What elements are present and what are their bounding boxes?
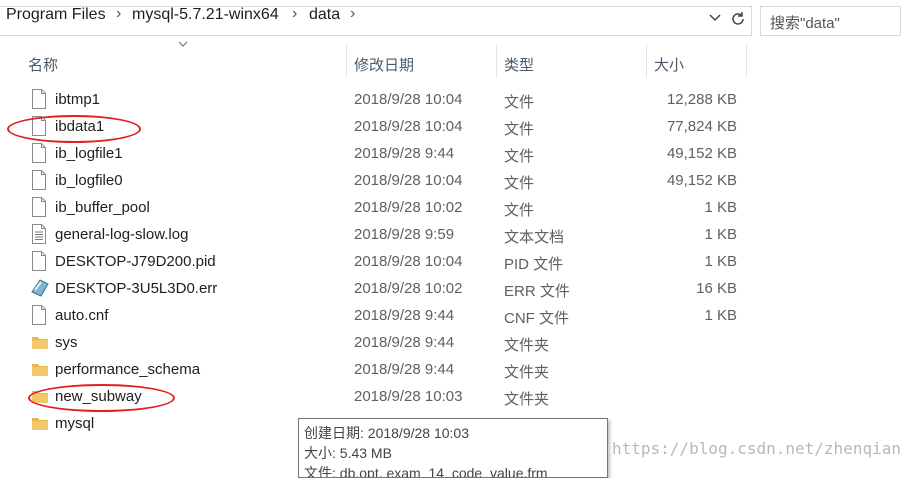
row-size: 1 KB — [704, 199, 737, 216]
row-type: 文件 — [504, 94, 535, 111]
file-row[interactable]: DESKTOP-3U5L3D0.err 2018/9/28 10:02 ERR 文件… — [0, 275, 901, 302]
tooltip-size: 大小: 5.43 MB — [304, 445, 392, 461]
row-date: 2018/9/28 10:02 — [354, 280, 463, 297]
chevron-down-icon[interactable] — [708, 10, 722, 27]
row-name: performance_schema — [55, 361, 201, 378]
row-date: 2018/9/28 10:04 — [354, 91, 463, 108]
column-header-name-label: 名称 — [28, 57, 59, 74]
row-size: 49,152 KB — [666, 172, 737, 189]
row-date: 2018/9/28 9:44 — [354, 334, 455, 351]
tooltip-created-date: 创建日期: 2018/9/28 10:03 — [304, 425, 469, 441]
folder-icon — [31, 413, 48, 433]
file-row[interactable]: ib_logfile0 2018/9/28 10:04 文件 49,152 KB — [0, 167, 901, 194]
row-date: 2018/9/28 9:44 — [354, 145, 455, 162]
row-size: 77,824 KB — [666, 118, 737, 135]
row-size: 1 KB — [704, 253, 737, 270]
file-row[interactable]: auto.cnf 2018/9/28 9:44 CNF 文件 1 KB — [0, 302, 901, 329]
row-type: CNF 文件 — [504, 310, 569, 327]
row-size: 1 KB — [704, 226, 737, 243]
folder-info-tooltip: 创建日期: 2018/9/28 10:03 大小: 5.43 MB 文件: db… — [298, 418, 608, 478]
breadcrumb-separator-icon[interactable]: › — [116, 5, 121, 23]
watermark: https://blog.csdn.net/zhenqian52 — [612, 439, 901, 458]
err-file-icon — [31, 278, 49, 298]
row-type: 文件夹 — [504, 391, 550, 408]
row-size: 16 KB — [696, 280, 737, 297]
row-name: ib_buffer_pool — [55, 199, 150, 216]
row-date: 2018/9/28 10:04 — [354, 172, 463, 189]
folder-icon — [31, 332, 48, 352]
file-row[interactable]: ibtmp1 2018/9/28 10:04 文件 12,288 KB — [0, 86, 901, 113]
breadcrumb-separator-icon[interactable]: › — [292, 5, 297, 23]
address-bar[interactable] — [0, 6, 752, 36]
file-icon — [31, 170, 47, 190]
row-name: DESKTOP-3U5L3D0.err — [55, 280, 218, 297]
row-date: 2018/9/28 10:02 — [354, 199, 463, 216]
row-name: sys — [55, 334, 78, 351]
file-row[interactable]: ib_logfile1 2018/9/28 9:44 文件 49,152 KB — [0, 140, 901, 167]
file-row[interactable]: general-log-slow.log 2018/9/28 9:59 文本文档 1 … — [0, 221, 901, 248]
text-document-icon — [31, 224, 47, 244]
column-header-name[interactable]: 名称 — [0, 42, 346, 77]
file-icon — [31, 305, 47, 325]
file-icon — [31, 197, 47, 217]
row-name: mysql — [55, 415, 95, 432]
column-header-type[interactable]: 类型 — [497, 42, 645, 77]
breadcrumb-program-files[interactable]: Program Files — [6, 6, 106, 24]
annotation-oval — [7, 115, 141, 143]
row-type: ERR 文件 — [504, 283, 570, 300]
row-date: 2018/9/28 10:03 — [354, 388, 463, 405]
file-row[interactable]: DESKTOP-J79D200.pid 2018/9/28 10:04 PID 文件… — [0, 248, 901, 275]
row-name: ib_logfile0 — [55, 172, 123, 189]
row-type: 文本文档 — [504, 229, 565, 246]
row-date: 2018/9/28 9:44 — [354, 361, 455, 378]
file-row[interactable]: ib_buffer_pool 2018/9/28 10:02 文件 1 KB — [0, 194, 901, 221]
annotation-oval — [28, 384, 175, 412]
tooltip-files: 文件: db.opt, exam_14_code_value.frm — [304, 465, 548, 478]
column-header-date-label: 修改日期 — [354, 57, 415, 74]
folder-icon — [31, 359, 48, 379]
column-header-size[interactable]: 大小 — [647, 42, 747, 77]
row-type: 文件 — [504, 121, 535, 138]
search-input[interactable]: 搜索"data" — [760, 6, 901, 36]
row-type: 文件 — [504, 175, 535, 192]
row-name: ibtmp1 — [55, 91, 101, 108]
file-icon — [31, 143, 47, 163]
folder-row[interactable]: performance_schema 2018/9/28 9:44 文件夹 — [0, 356, 901, 383]
address-bar-region: Program Files › mysql-5.7.21-winx64 › da… — [0, 0, 901, 42]
row-name: DESKTOP-J79D200.pid — [55, 253, 216, 270]
row-type: 文件 — [504, 148, 535, 165]
row-size: 49,152 KB — [666, 145, 737, 162]
row-name: ib_logfile1 — [55, 145, 123, 162]
breadcrumb-separator-icon[interactable]: › — [350, 5, 355, 23]
row-size: 12,288 KB — [666, 91, 737, 108]
row-type: 文件夹 — [504, 364, 550, 381]
row-name: auto.cnf — [55, 307, 109, 324]
column-header-type-label: 类型 — [504, 57, 535, 74]
row-name: general-log-slow.log — [55, 226, 189, 243]
refresh-icon[interactable] — [730, 11, 746, 30]
breadcrumb-data[interactable]: data — [309, 6, 340, 24]
row-date: 2018/9/28 9:44 — [354, 307, 455, 324]
column-header-date[interactable]: 修改日期 — [347, 42, 495, 77]
row-type: PID 文件 — [504, 256, 564, 273]
row-date: 2018/9/28 10:04 — [354, 253, 463, 270]
row-date: 2018/9/28 9:59 — [354, 226, 455, 243]
column-divider[interactable] — [746, 44, 747, 78]
row-date: 2018/9/28 10:04 — [354, 118, 463, 135]
row-type: 文件 — [504, 202, 535, 219]
row-type: 文件夹 — [504, 337, 550, 354]
breadcrumb-mysql[interactable]: mysql-5.7.21-winx64 — [132, 6, 279, 24]
column-header-size-label: 大小 — [654, 57, 685, 74]
file-icon — [31, 89, 47, 109]
file-icon — [31, 251, 47, 271]
folder-row[interactable]: sys 2018/9/28 9:44 文件夹 — [0, 329, 901, 356]
row-size: 1 KB — [704, 307, 737, 324]
